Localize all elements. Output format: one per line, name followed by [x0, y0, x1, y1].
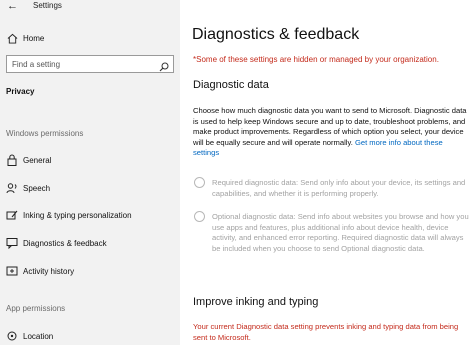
lock-icon — [6, 154, 18, 166]
nav-home-label: Home — [23, 33, 45, 43]
nav-home[interactable]: Home — [0, 28, 180, 48]
group-app-permissions: App permissions — [6, 304, 66, 313]
search-icon[interactable] — [159, 59, 169, 72]
location-icon — [6, 330, 18, 342]
content-pane: Diagnostics & feedback *Some of these se… — [180, 0, 474, 345]
sidebar-item-label: Diagnostics & feedback — [23, 238, 107, 248]
sidebar-item-label: Inking & typing personalization — [23, 210, 132, 220]
radio-required-diagnostic[interactable] — [194, 177, 205, 188]
radio-optional-diagnostic[interactable] — [194, 211, 205, 222]
feedback-icon — [6, 237, 18, 249]
sidebar: ← Settings Home Privacy Windows permissi… — [0, 0, 180, 345]
window-title: Settings — [33, 1, 62, 10]
speech-icon — [6, 182, 18, 194]
pen-icon — [6, 209, 18, 221]
section-privacy: Privacy — [6, 87, 35, 96]
sidebar-item-diagnostics-feedback[interactable]: Diagnostics & feedback — [0, 233, 180, 253]
search-box[interactable] — [6, 55, 174, 73]
page-title: Diagnostics & feedback — [192, 26, 360, 43]
search-input[interactable] — [7, 56, 155, 72]
diagnostic-description: Choose how much diagnostic data you want… — [193, 106, 469, 159]
improve-inking-heading: Improve inking and typing — [193, 296, 319, 308]
group-windows-permissions: Windows permissions — [6, 129, 84, 138]
sidebar-item-label: Location — [23, 331, 54, 341]
option-optional-text: Optional diagnostic data: Send info abou… — [212, 212, 469, 253]
home-icon — [6, 32, 18, 44]
option-required-text: Required diagnostic data: Send only info… — [212, 178, 466, 198]
sidebar-item-general[interactable]: General — [0, 150, 180, 170]
diagnostic-data-heading: Diagnostic data — [193, 79, 269, 91]
inking-warning: Your current Diagnostic data setting pre… — [193, 322, 459, 342]
sidebar-item-label: General — [23, 155, 52, 165]
sidebar-item-location[interactable]: Location — [0, 326, 180, 345]
sidebar-item-label: Activity history — [23, 266, 75, 276]
sidebar-item-activity-history[interactable]: Activity history — [0, 261, 180, 281]
sidebar-item-label: Speech — [23, 183, 51, 193]
history-icon — [6, 265, 18, 277]
sidebar-item-inking-typing[interactable]: Inking & typing personalization — [0, 205, 180, 225]
managed-notice: *Some of these settings are hidden or ma… — [193, 55, 439, 64]
sidebar-item-speech[interactable]: Speech — [0, 178, 180, 198]
title-bar: ← Settings — [0, 0, 180, 14]
back-arrow-icon[interactable]: ← — [7, 0, 18, 12]
